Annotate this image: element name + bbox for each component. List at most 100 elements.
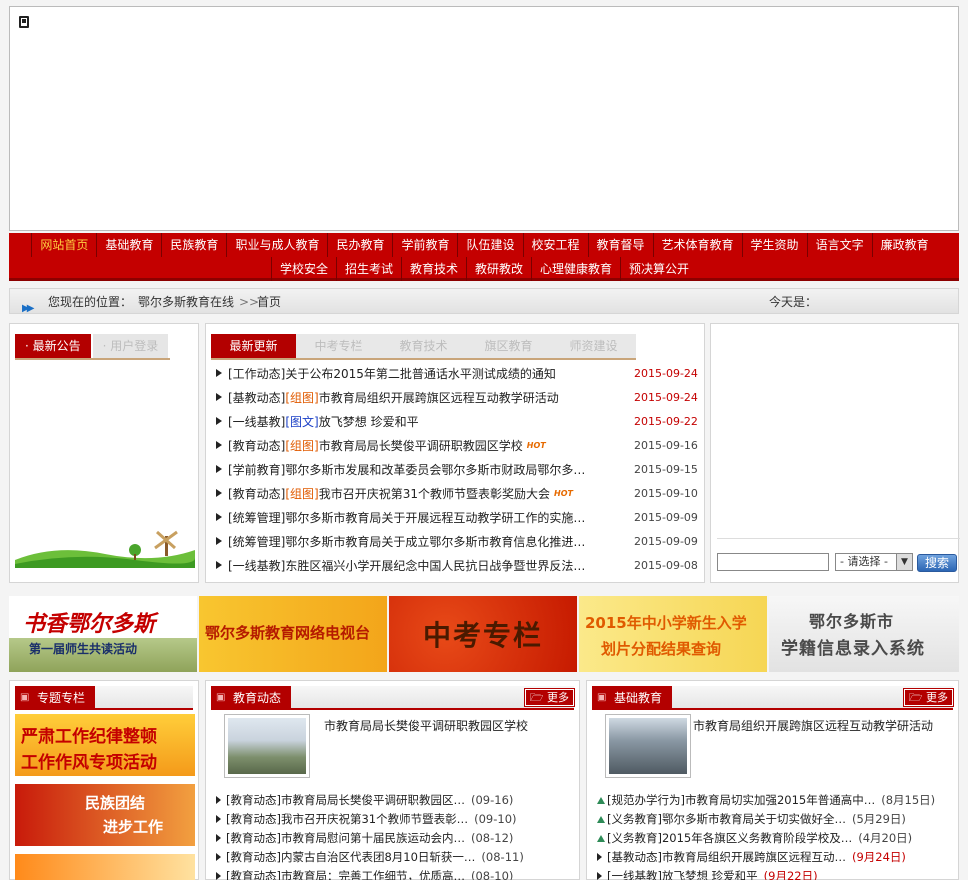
news-list: [工作动态]关于公布2015年第二批普通话水平测试成绩的通知 2015-09-24… [214,362,702,578]
nav-item[interactable]: 校安工程 [522,233,588,257]
chevron-down-icon[interactable]: ▼ [896,554,912,570]
news-item: [教育动态][组图]市教育局局长樊俊平调研职教园区学校 HOT 2015-09-16 [214,434,702,458]
list-item-link[interactable]: [一线基教]放飞梦想 珍爱和平 [607,869,758,880]
breadcrumb-home-link[interactable]: 鄂尔多斯教育在线 [138,289,234,315]
basic-feature-thumbnail[interactable] [605,714,691,778]
tab-user-login[interactable]: 用户登录 [92,334,169,358]
promo-student-registry[interactable]: 鄂尔多斯市 学籍信息录入系统 [769,596,959,672]
news-tab[interactable]: 旗区教育 [466,334,551,358]
list-item-link[interactable]: [教育动态]市教育局慰问第十届民族运动会内… [226,831,465,845]
basic-feature-title[interactable]: 市教育局组织开展跨旗区远程互动教学研活动 [693,717,933,734]
news-date: 2015-09-16 [634,439,698,452]
list-item-link[interactable]: [义务教育]鄂尔多斯市教育局关于切实做好全… [607,812,846,826]
news-title-link[interactable]: [基教动态][组图]市教育局组织开展跨旗区远程互动教学研活动 [228,386,588,410]
news-title-link[interactable]: [一线基教][图文]放飞梦想 珍爱和平 [228,410,588,434]
news-title-link[interactable]: [一线基教]东胜区福兴小学开展纪念中国人民抗日战争暨世界反法…HOT [228,554,588,578]
notice-tabs: 最新公告 用户登录 [15,334,171,360]
nav-item[interactable]: 队伍建设 [457,233,522,257]
nav-item[interactable]: 职业与成人教育 [226,233,327,257]
nav-item[interactable]: 民族教育 [161,233,226,257]
list-item-link[interactable]: [义务教育]2015年各旗区义务教育阶段学校及… [607,831,852,845]
news-title-link[interactable]: [工作动态]关于公布2015年第二批普通话水平测试成绩的通知 [228,362,588,386]
news-title-link[interactable]: [统筹管理]鄂尔多斯市教育局关于开展远程互动教学研工作的实施…HOT [228,506,588,530]
topics-panel: 专题专栏 严肃工作纪律整顿 工作作风专项活动 民族团结 进步工作 [9,680,199,880]
education-more-button[interactable]: 🗁 更多 [523,688,576,707]
basic-education-panel: 基础教育 🗁 更多 市教育局组织开展跨旗区远程互动教学研活动 [规范办学行为]市… [586,680,959,880]
nav-item[interactable]: 网站首页 [31,233,96,257]
news-date: 2015-09-08 [634,559,698,572]
nav-item[interactable]: 学校安全 [270,257,336,281]
news-date: 2015-09-24 [634,391,698,404]
promo-banners: 书香鄂尔多斯 第一届师生共读活动 鄂尔多斯教育网络电视台 中考专栏 2015年中… [9,596,959,672]
search-button[interactable]: 搜索 [917,554,957,572]
nav-item[interactable]: 教育技术 [400,257,466,281]
nav-item[interactable]: 预决算公开 [620,257,697,281]
basic-more-button[interactable]: 🗁 更多 [902,688,955,707]
news-tab[interactable]: 最新更新 [211,334,296,358]
topic2-line1: 民族团结 [85,794,146,812]
news-title-link[interactable]: [统筹管理]鄂尔多斯市教育局关于成立鄂尔多斯市教育信息化推进…HOT [228,530,588,554]
list-item-link[interactable]: [规范办学行为]市教育局切实加强2015年普通高中… [607,793,875,807]
list-item-date: (09-10) [474,812,517,826]
list-item: [义务教育]鄂尔多斯市教育局关于切实做好全… (5月29日) [595,810,952,829]
news-tab[interactable]: 师资建设 [551,334,636,358]
topic-ethnic-unity[interactable]: 民族团结 进步工作 [15,784,195,846]
search-input[interactable] [717,553,829,571]
nav-item[interactable]: 教研教改 [466,257,531,281]
topic1-line2: 工作作风专项活动 [21,753,157,773]
topic-discipline-campaign[interactable]: 严肃工作纪律整顿 工作作风专项活动 [15,714,195,776]
promo-enrollment-query[interactable]: 2015年中小学新生入学 划片分配结果查询 [579,596,767,672]
nav-item[interactable]: 学前教育 [392,233,457,257]
education-feature-thumbnail[interactable] [224,714,310,778]
news-tab[interactable]: 中考专栏 [296,334,381,358]
top-banner [9,6,959,231]
promo-exam-column[interactable]: 中考专栏 [389,596,577,672]
list-item-content: [教育动态]我市召开庆祝第31个教师节暨表彰… (09-10) [226,810,517,829]
promo-reading-activity[interactable]: 书香鄂尔多斯 第一届师生共读活动 [9,596,197,672]
arrow-right-icon [216,417,222,425]
list-item-date: (4月20日) [858,831,913,845]
nav-item[interactable]: 心理健康教育 [531,257,620,281]
news-item: [统筹管理]鄂尔多斯市教育局关于开展远程互动教学研工作的实施…HOT 2015-0… [214,506,702,530]
main-nav: 网站首页 基础教育 民族教育 职业与成人教育 民办教育 学前教育 队伍建设 校安工程 教育督导艺… [9,233,959,281]
news-tag: [组图] [285,487,319,501]
nav-item[interactable]: 学生资助 [741,233,807,257]
list-item-content: [规范办学行为]市教育局切实加强2015年普通高中… (8月15日) [607,791,935,810]
news-title-link[interactable]: [教育动态][组图]我市召开庆祝第31个教师节暨表彰奖励大会 HOT [228,482,588,506]
list-item-link[interactable]: [教育动态]我市召开庆祝第31个教师节暨表彰… [226,812,468,826]
tab-latest-notice[interactable]: 最新公告 [15,334,91,358]
nav-item[interactable]: 民办教育 [327,233,392,257]
list-item-link[interactable]: [教育动态]市教育局：完善工作细节，优质高… [226,869,465,880]
promo-tv-station[interactable]: 鄂尔多斯教育网络电视台 [199,596,387,672]
news-title-link[interactable]: [教育动态][组图]市教育局局长樊俊平调研职教园区学校 HOT [228,434,588,458]
nav-item[interactable]: 艺术体育教育 [652,233,742,257]
list-item-link[interactable]: [教育动态]内蒙古自治区代表团8月10日斩获一… [226,850,475,864]
nav-item[interactable]: 廉政教育 [871,233,937,257]
news-tab[interactable]: 教育技术 [381,334,466,358]
education-news-header: 教育动态 🗁 更多 [211,686,576,710]
news-title-link[interactable]: [学前教育]鄂尔多斯市发展和改革委员会鄂尔多斯市财政局鄂尔多…HOT [228,458,588,482]
list-item-content: [教育动态]市教育局慰问第十届民族运动会内… (08-12) [226,829,513,848]
list-item-content: [基教动态]市教育局组织开展跨旗区远程互动… (9月24日) [607,848,906,867]
nav-item[interactable]: 基础教育 [96,233,161,257]
news-date: 2015-09-15 [634,463,698,476]
photo-image [609,718,687,774]
news-tag: [组图] [285,439,319,453]
nav-item[interactable]: 招生考试 [335,257,401,281]
nav-item[interactable]: 语言文字 [806,233,872,257]
nav-item[interactable]: 教育督导 [587,233,653,257]
list-item-link[interactable]: [教育动态]市教育局局长樊俊平调研职教园区… [226,793,465,807]
search-category-select[interactable]: - 请选择 - ▼ [835,553,913,571]
list-item-content: [义务教育]鄂尔多斯市教育局关于切实做好全… (5月29日) [607,810,906,829]
news-title: 市教育局局长樊俊平调研职教园区学校 [318,439,523,453]
list-item-content: [教育动态]市教育局：完善工作细节，优质高… (08-10) [226,867,513,880]
list-item-date: (9月24日) [851,850,906,864]
topic-banner-3[interactable] [15,854,195,880]
photo-image [228,718,306,774]
news-title: 东胜区福兴小学开展纪念中国人民抗日战争暨世界反法… [285,559,586,573]
basic-education-list: [规范办学行为]市教育局切实加强2015年普通高中… (8月15日) [义务教育]鄂… [595,791,952,880]
list-item-link[interactable]: [基教动态]市教育局组织开展跨旗区远程互动… [607,850,846,864]
search-select-value: - 请选择 - [840,555,888,568]
education-feature-title[interactable]: 市教育局局长樊俊平调研职教园区学校 [324,717,528,734]
plugin-icon [19,16,29,28]
